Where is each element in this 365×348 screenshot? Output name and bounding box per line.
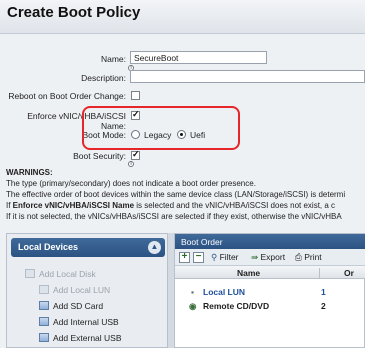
highlight-box [82, 106, 240, 150]
export-button[interactable]: ⇛ Export [251, 252, 285, 263]
name-label: Name: [100, 54, 126, 64]
filter-icon: ⚲ [211, 252, 218, 262]
usb-icon [39, 317, 49, 326]
boot-policy-form: Name: SecureBoot i Description: Reboot o… [0, 34, 365, 227]
print-icon: ⎙ [295, 252, 302, 262]
chevron-up-icon[interactable]: ▲ [148, 241, 161, 254]
boot-order-panel: Boot Order + − ⚲ Filter ⇛ Export ⎙ Print… [174, 233, 365, 348]
expand-icon[interactable]: + [179, 252, 190, 263]
name-field[interactable]: SecureBoot [130, 51, 267, 64]
disk-icon [25, 269, 35, 278]
description-label: Description: [81, 73, 126, 83]
description-field[interactable] [130, 70, 365, 83]
add-internal-usb-item[interactable]: Add Internal USB [39, 317, 119, 327]
add-external-usb-item[interactable]: Add External USB [39, 333, 122, 343]
page-title: Create Boot Policy [7, 4, 141, 21]
table-row[interactable]: ▪ Local LUN 1 [175, 285, 365, 299]
collapse-icon[interactable]: − [193, 252, 204, 263]
reboot-checkbox[interactable] [131, 91, 140, 100]
warning-line-2: The effective order of boot devices with… [6, 190, 346, 199]
reboot-label: Reboot on Boot Order Change: [8, 91, 126, 101]
add-sd-card-item[interactable]: Add SD Card [39, 301, 103, 311]
cd-dvd-icon: ◉ [189, 301, 197, 311]
print-button[interactable]: ⎙ Print [295, 252, 322, 263]
add-local-lun-item: Add Local LUN [39, 285, 110, 295]
usb-icon [39, 333, 49, 342]
sd-card-icon [39, 301, 49, 310]
filter-button[interactable]: ⚲ Filter [211, 252, 239, 263]
boot-security-info-icon: i [128, 161, 134, 167]
boot-order-toolbar: + − ⚲ Filter ⇛ Export ⎙ Print [175, 249, 365, 266]
add-local-disk-item: Add Local Disk [25, 269, 96, 279]
warning-line-1: The type (primary/secondary) does not in… [6, 179, 256, 188]
warning-line-3: If Enforce vNIC/vHBA/iSCSI Name is selec… [6, 201, 336, 210]
local-devices-header[interactable]: Local Devices ▲ [11, 238, 165, 257]
boot-security-checkbox[interactable] [131, 149, 140, 160]
boot-security-label: Boot Security: [73, 151, 126, 161]
column-order[interactable]: Or [319, 268, 354, 278]
warnings-heading: WARNINGS: [6, 168, 53, 177]
warning-line-4: If it is not selected, the vNICs/vHBAs/i… [6, 212, 342, 221]
lun-icon [39, 285, 49, 294]
title-bar: Create Boot Policy [0, 0, 365, 34]
column-name[interactable]: Name [237, 268, 260, 278]
table-row[interactable]: ◉ Remote CD/DVD 2 [175, 299, 365, 313]
local-devices-panel: Local Devices ▲ Add Local Disk Add Local… [6, 233, 168, 348]
boot-order-table-header: Name Or [175, 266, 365, 279]
export-icon: ⇛ [251, 252, 259, 262]
lun-icon: ▪ [191, 287, 195, 297]
boot-order-header: Boot Order [175, 234, 365, 249]
